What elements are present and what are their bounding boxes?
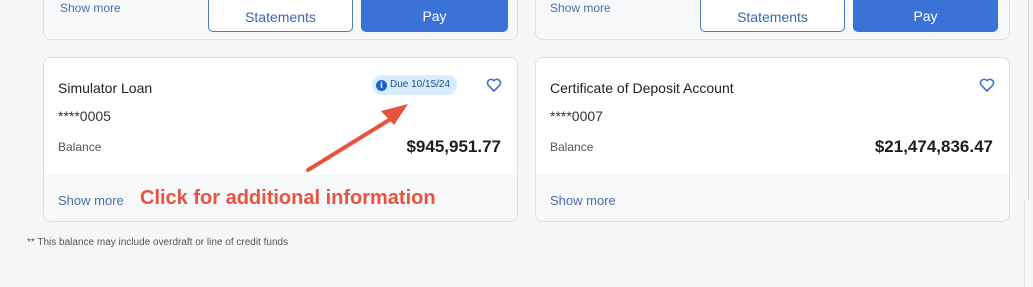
show-more-link[interactable]: Show more xyxy=(550,193,616,208)
due-date-badge[interactable]: i Due 10/15/24 xyxy=(372,75,458,95)
account-number: ****0005 xyxy=(58,108,111,124)
pay-button[interactable]: Pay xyxy=(853,0,998,32)
heart-outline-icon[interactable] xyxy=(979,77,995,93)
show-more-link[interactable]: Show more xyxy=(550,1,611,15)
account-name: Certificate of Deposit Account xyxy=(550,80,734,96)
balance-amount: $21,474,836.47 xyxy=(874,137,993,156)
show-more-link[interactable]: Show more xyxy=(60,1,121,15)
pay-button[interactable]: Pay xyxy=(361,0,508,32)
right-divider xyxy=(1028,0,1029,200)
account-number: ****0007 xyxy=(550,108,603,124)
balance-label: Balance xyxy=(550,140,594,154)
statements-button[interactable]: Statements xyxy=(208,0,353,32)
balance-label: Balance xyxy=(58,140,102,154)
info-icon: i xyxy=(376,80,387,91)
balance-amount: $945,951.77 xyxy=(406,137,501,156)
account-card-top-right: Show more Statements Pay xyxy=(535,0,1010,40)
account-name: Simulator Loan xyxy=(58,80,153,96)
account-card-top-left: Show more Statements Pay xyxy=(43,0,518,40)
heart-outline-icon[interactable] xyxy=(486,77,502,93)
balance-footnote: ** This balance may include overdraft or… xyxy=(27,237,289,248)
statements-button[interactable]: Statements xyxy=(700,0,845,32)
account-card-certificate-of-deposit[interactable]: Certificate of Deposit Account ****0007 … xyxy=(535,57,1010,222)
annotation-text: Click for additional information xyxy=(140,187,436,209)
right-divider-lower xyxy=(1024,200,1025,287)
due-date-text: Due 10/15/24 xyxy=(390,79,451,90)
show-more-link[interactable]: Show more xyxy=(58,193,124,208)
